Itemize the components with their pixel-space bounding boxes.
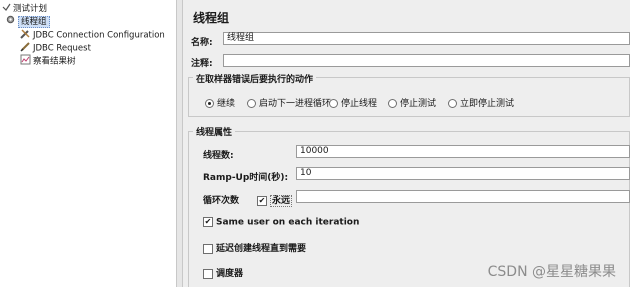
radio-dot — [388, 99, 397, 108]
checkbox-box: ✔ — [203, 217, 213, 227]
scheduler-checkbox[interactable]: 调度器 — [203, 266, 243, 279]
thread-group-panel: 线程组 名称: 线程组 注释: 在取样器错误后要执行的动作 继续 启动下一进程循… — [183, 0, 630, 287]
rampup-field[interactable]: 10 — [296, 167, 630, 180]
tree-node-jdbc-request[interactable]: JDBC Request — [20, 41, 91, 55]
props-group-title: 线程属性 — [193, 125, 236, 138]
threads-label: 线程数: — [203, 151, 234, 161]
checkbox-box — [203, 243, 213, 254]
forever-checkbox[interactable]: ✔ 永远 — [257, 193, 293, 207]
radio-stop-test[interactable]: 停止测试 — [388, 96, 436, 109]
name-field[interactable]: 线程组 — [223, 32, 630, 45]
panel-title: 线程组 — [193, 11, 230, 25]
checkbox-box: ✔ — [257, 195, 267, 206]
pencil-icon — [20, 41, 31, 55]
radio-dot — [205, 99, 214, 108]
threads-field[interactable]: 10000 — [296, 145, 630, 158]
error-group-title: 在取样器错误后要执行的动作 — [193, 72, 317, 85]
radio-dot — [329, 99, 338, 108]
tree-node-view-results[interactable]: 察看结果树 — [20, 54, 76, 68]
tree-node-test-plan[interactable]: 测试计划 — [2, 2, 47, 15]
watermark: CSDN @星星糖果果 — [487, 264, 616, 280]
test-plan-icon — [2, 3, 11, 15]
wrench-icon — [20, 28, 31, 42]
radio-dot — [247, 99, 256, 108]
name-label: 名称: — [191, 38, 213, 48]
radio-dot — [448, 99, 457, 108]
comment-field[interactable] — [223, 54, 630, 67]
chart-icon — [20, 54, 31, 68]
comment-label: 注释: — [191, 59, 213, 69]
delay-thread-checkbox[interactable]: 延迟创建线程直到需要 — [203, 241, 306, 254]
split-pane-divider[interactable] — [176, 0, 183, 287]
checkbox-box — [203, 268, 213, 279]
radio-stop-thread[interactable]: 停止线程 — [329, 96, 377, 109]
tree-node-thread-group[interactable]: 线程组 — [5, 14, 50, 28]
radio-start-next-loop[interactable]: 启动下一进程循环 — [247, 96, 331, 109]
same-user-checkbox[interactable]: ✔ Same user on each iteration — [203, 217, 359, 228]
tree-node-jdbc-config[interactable]: JDBC Connection Configuration — [20, 28, 165, 42]
radio-stop-test-now[interactable]: 立即停止测试 — [448, 96, 514, 109]
loop-count-field[interactable] — [296, 190, 630, 203]
gear-icon — [5, 14, 16, 28]
radio-continue[interactable]: 继续 — [205, 96, 235, 109]
rampup-label: Ramp-Up时间(秒): — [203, 173, 289, 183]
loop-label: 循环次数 — [203, 196, 240, 206]
test-plan-tree: 测试计划 线程组 JDBC Connection Configuration J… — [0, 0, 176, 287]
